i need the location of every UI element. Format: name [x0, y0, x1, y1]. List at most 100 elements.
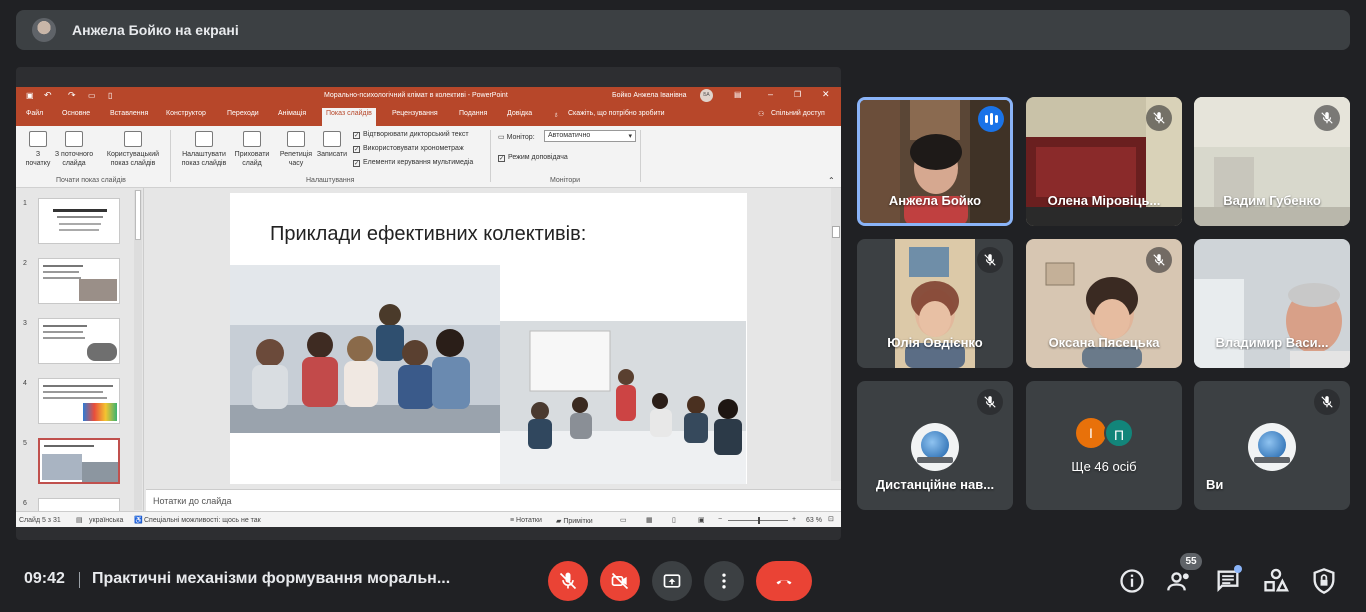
- comments-button[interactable]: ▰ Примітки: [556, 517, 593, 525]
- setup-icon: [195, 131, 213, 147]
- accessibility-icon[interactable]: ♿: [134, 516, 143, 524]
- leave-call-button[interactable]: [756, 561, 812, 601]
- new-file-icon[interactable]: ▯: [108, 91, 112, 100]
- camera-off-icon: [611, 572, 629, 590]
- slide-thumbnail[interactable]: [38, 198, 120, 244]
- minimize-icon[interactable]: –: [768, 89, 773, 99]
- more-participants-tile[interactable]: І П Ще 46 осіб: [1026, 381, 1182, 510]
- slide-thumbnail[interactable]: [38, 498, 120, 511]
- notes-button[interactable]: ≡ Нотатки: [510, 517, 542, 524]
- slide-title[interactable]: Приклади ефективних колективів:: [270, 223, 586, 246]
- tab-slideshow[interactable]: Показ слайдів: [322, 108, 376, 126]
- redo-icon[interactable]: ↷: [68, 90, 76, 101]
- self-tile[interactable]: Ви: [1194, 381, 1350, 510]
- tab-review[interactable]: Рецензування: [392, 110, 438, 117]
- chat-button[interactable]: [1214, 565, 1242, 595]
- notes-placeholder: Нотатки до слайда: [153, 496, 232, 506]
- thumbnails-scrollbar[interactable]: [134, 190, 142, 510]
- meeting-time: 09:42: [24, 570, 65, 587]
- monitor-select[interactable]: Автоматично ▾: [544, 130, 636, 142]
- camera-toggle-button[interactable]: [600, 561, 640, 601]
- from-beginning-button[interactable]: З початку: [24, 131, 52, 168]
- meeting-title[interactable]: Практичні механізми формування моральн..…: [92, 570, 450, 588]
- tab-insert[interactable]: Вставлення: [110, 110, 148, 117]
- participant-name: Вадим Губенко: [1223, 193, 1321, 208]
- activities-button[interactable]: [1262, 567, 1290, 595]
- setup-show-button[interactable]: Налаштувати показ слайдів: [176, 131, 232, 168]
- zoom-level[interactable]: 63 %: [806, 517, 822, 524]
- collapse-ribbon-icon[interactable]: ⌃: [828, 176, 835, 185]
- rehearse-timings-button[interactable]: Репетиція часу: [278, 131, 314, 168]
- tab-animations[interactable]: Анімація: [278, 110, 306, 117]
- media-controls-checkbox[interactable]: ✓ Елементи керування мультимедіа: [353, 159, 473, 167]
- presenter-view-checkbox[interactable]: ✓ Режим доповідача: [498, 154, 568, 162]
- hide-slide-button[interactable]: Приховати слайд: [232, 131, 272, 168]
- tab-file[interactable]: Файл: [26, 110, 43, 117]
- slide-thumbnail[interactable]: [38, 258, 120, 304]
- zoom-slider[interactable]: [728, 517, 788, 524]
- zoom-slider-thumb[interactable]: [758, 517, 760, 524]
- notes-pane[interactable]: Нотатки до слайда: [146, 489, 841, 511]
- fit-to-window-icon[interactable]: ⊡: [828, 515, 834, 523]
- language[interactable]: українська: [89, 517, 123, 524]
- microphone-toggle-button[interactable]: [548, 561, 588, 601]
- participant-tile[interactable]: Владимир Васи...: [1194, 239, 1350, 368]
- participant-name: Владимир Васи...: [1215, 335, 1329, 350]
- participant-tile[interactable]: Юлія Овдієнко: [857, 239, 1013, 368]
- people-count-badge: 55: [1180, 553, 1202, 570]
- participant-tile[interactable]: Вадим Губенко: [1194, 97, 1350, 226]
- activities-shapes-icon: [1264, 568, 1289, 592]
- present-now-button[interactable]: [652, 561, 692, 601]
- hide-slide-icon: [243, 131, 261, 147]
- people-button[interactable]: 55: [1166, 553, 1202, 595]
- slide-scrollbar[interactable]: [831, 188, 841, 481]
- tell-me-search[interactable]: Скажіть, що потрібно зробити: [568, 110, 665, 117]
- spellcheck-icon[interactable]: ▤: [76, 516, 83, 524]
- participant-name: Дистанційне нав...: [875, 477, 995, 492]
- slide-thumbnail-active[interactable]: [38, 438, 120, 484]
- slideshow-start-icon: [29, 131, 47, 147]
- accessibility-status[interactable]: Спеціальні можливості: щось не так: [144, 517, 261, 524]
- normal-view-icon[interactable]: ▭: [620, 516, 627, 524]
- reading-view-icon[interactable]: ▯: [672, 516, 676, 524]
- use-timings-checkbox[interactable]: ✓ Використовувати хронометраж: [353, 145, 464, 153]
- meeting-details-button[interactable]: [1118, 567, 1146, 595]
- zoom-out-icon[interactable]: −: [718, 516, 722, 523]
- user-avatar[interactable]: БА: [700, 89, 713, 102]
- tab-home[interactable]: Основне: [62, 110, 90, 117]
- share-button[interactable]: Спільний доступ: [771, 110, 825, 117]
- host-controls-button[interactable]: [1310, 567, 1338, 595]
- participant-tile[interactable]: Дистанційне нав...: [857, 381, 1013, 510]
- tab-transitions[interactable]: Переходи: [227, 110, 259, 117]
- globe-avatar-icon: [911, 423, 959, 471]
- from-current-button[interactable]: З поточного слайда: [54, 131, 94, 168]
- more-options-button[interactable]: [704, 561, 744, 601]
- mic-off-icon: [977, 389, 1003, 415]
- custom-show-button[interactable]: Користувацький показ слайдів: [100, 131, 166, 168]
- thumb-number: 4: [23, 380, 27, 387]
- globe-avatar-icon: [1248, 423, 1296, 471]
- zoom-in-icon[interactable]: +: [792, 516, 796, 523]
- monitor-icon: ▭: [498, 134, 507, 141]
- participant-tile[interactable]: Олена Міровіць...: [1026, 97, 1182, 226]
- ribbon-display-icon[interactable]: ▤: [734, 90, 742, 99]
- slide-thumbnail[interactable]: [38, 378, 120, 424]
- slideshow-view-icon[interactable]: ▣: [698, 516, 705, 524]
- sorter-view-icon[interactable]: ▦: [646, 516, 653, 524]
- tab-view[interactable]: Подання: [459, 110, 487, 117]
- save-icon[interactable]: ▣: [26, 91, 34, 100]
- close-icon[interactable]: ✕: [822, 89, 830, 100]
- tab-design[interactable]: Конструктор: [166, 110, 206, 117]
- record-button[interactable]: Записати: [314, 131, 350, 159]
- undo-icon[interactable]: ↶: [44, 90, 52, 101]
- thumb-number: 6: [23, 500, 27, 507]
- restore-icon[interactable]: ❐: [794, 90, 801, 99]
- start-from-beginning-icon[interactable]: ▭: [88, 91, 96, 100]
- info-icon: [1120, 569, 1144, 593]
- tab-help[interactable]: Довідка: [507, 110, 532, 117]
- slide-thumbnail[interactable]: [38, 318, 120, 364]
- participant-tile[interactable]: Оксана Пясецька: [1026, 239, 1182, 368]
- play-narrations-checkbox[interactable]: ✓ Відтворювати дикторський текст: [353, 131, 469, 139]
- current-slide[interactable]: Приклади ефективних колективів:: [230, 193, 747, 484]
- participant-tile-speaking[interactable]: Анжела Бойко: [857, 97, 1013, 226]
